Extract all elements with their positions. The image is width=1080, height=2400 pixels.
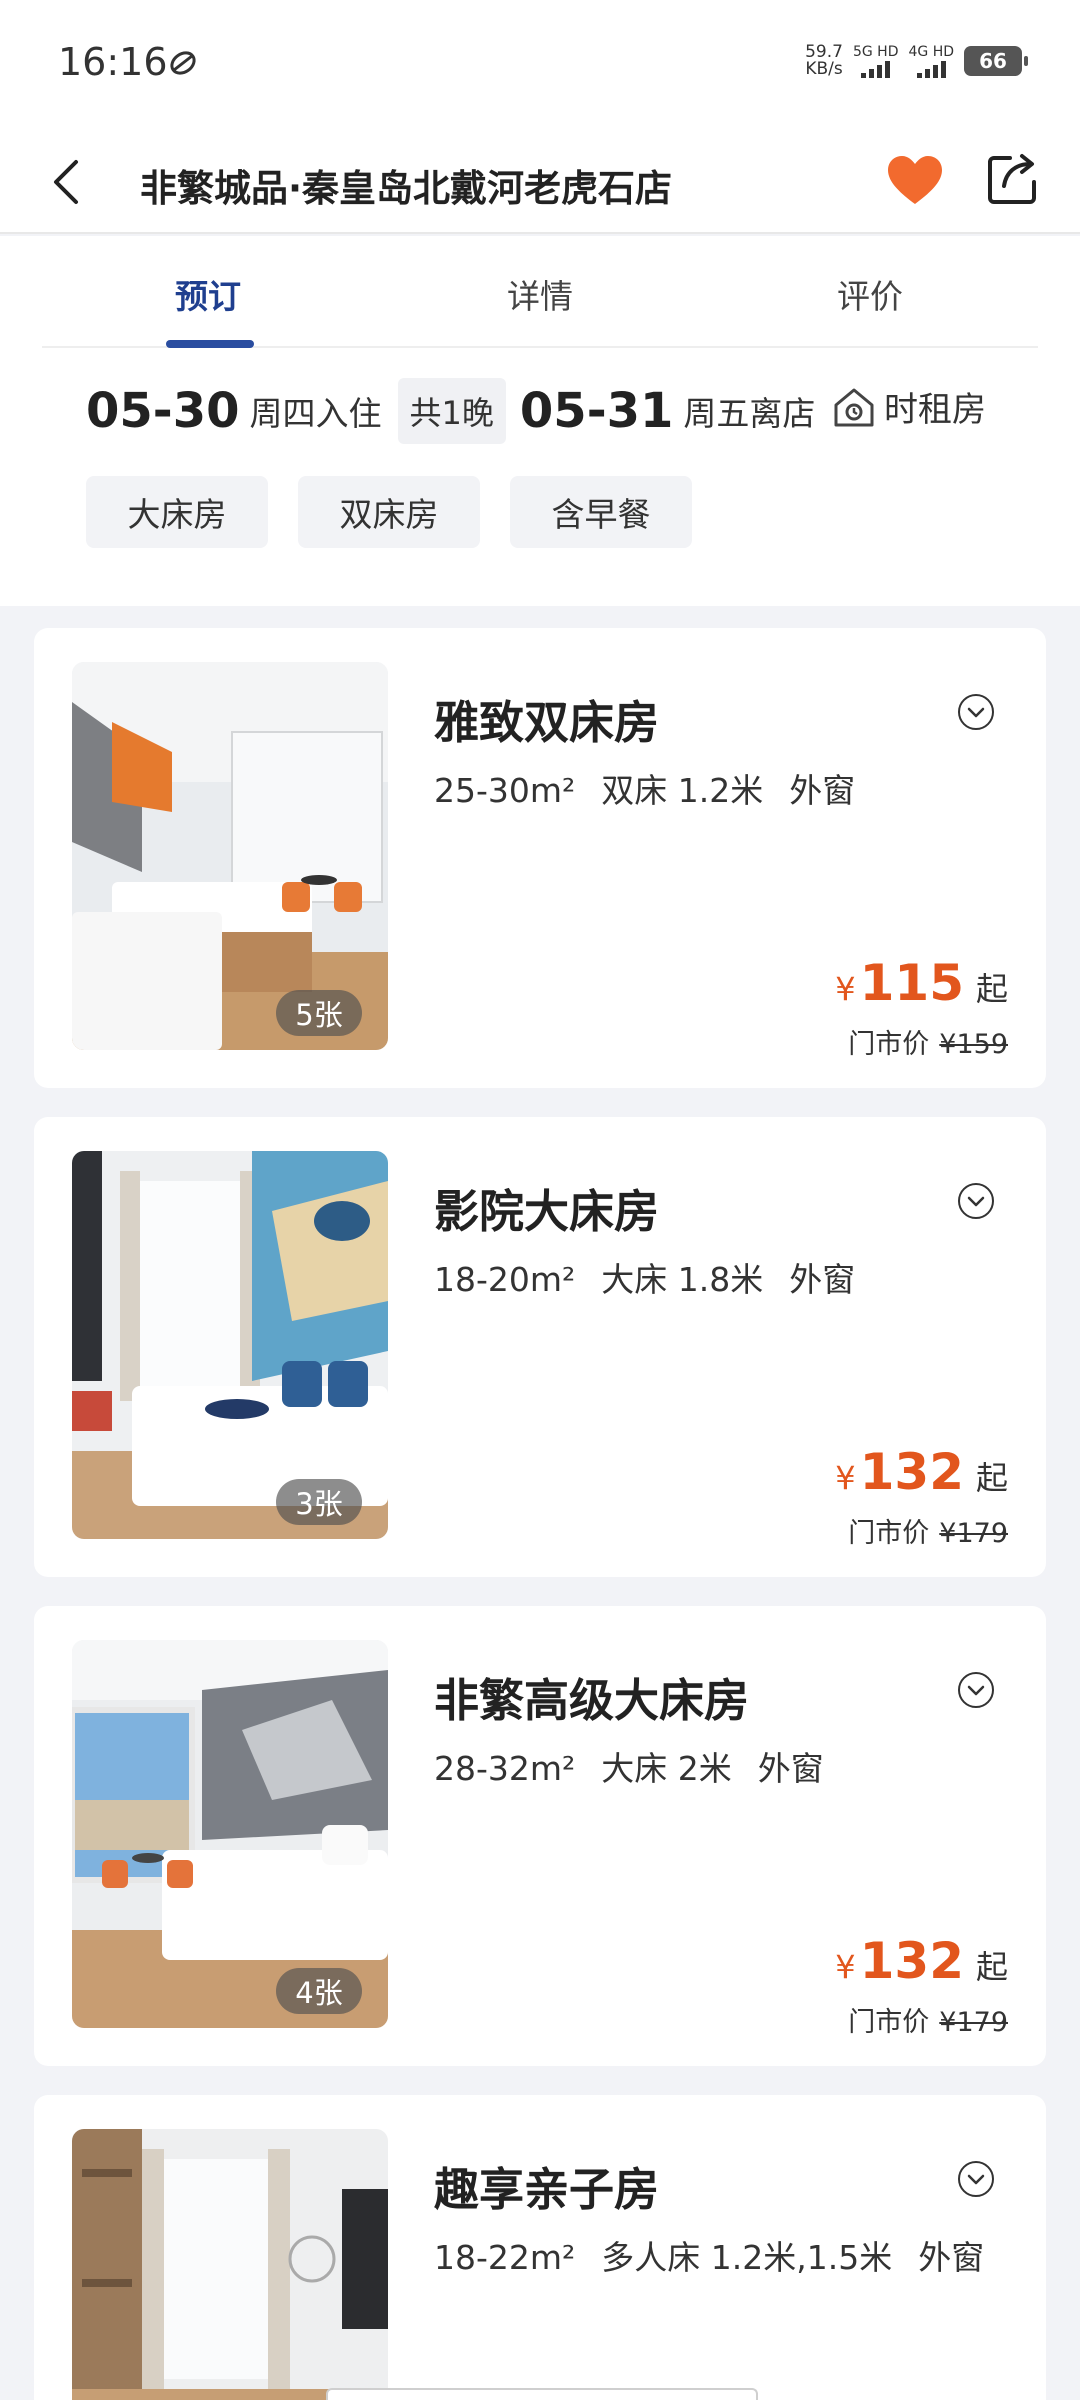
booking-panel: 预订 详情 评价 05-30 周四入住 共1晚 05-31 周五离店 时租房 大… bbox=[0, 236, 1080, 606]
room-window: 外窗 bbox=[789, 1260, 856, 1299]
tab-booking[interactable]: 预订 bbox=[175, 270, 241, 318]
network-speed: 59.7 KB/s bbox=[805, 44, 843, 78]
market-price-value: ¥179 bbox=[939, 2007, 1008, 2038]
title-bar: 非繁城品·秦皇岛北戴河老虎石店 bbox=[0, 130, 1080, 234]
currency-symbol: ¥ bbox=[835, 1459, 856, 1497]
filter-breakfast[interactable]: 含早餐 bbox=[510, 476, 692, 548]
photo-count-badge: 5张 bbox=[276, 990, 362, 1036]
checkin-date[interactable]: 05-30 bbox=[86, 383, 240, 439]
filter-king-bed[interactable]: 大床房 bbox=[86, 476, 268, 548]
checkout-label: 周五离店 bbox=[683, 394, 816, 433]
signal-bars-icon bbox=[861, 60, 891, 78]
currency-symbol: ¥ bbox=[835, 1948, 856, 1986]
family-room-image bbox=[72, 2129, 388, 2400]
nights-badge: 共1晚 bbox=[397, 378, 506, 444]
price-suffix: 起 bbox=[975, 1459, 1008, 1497]
tab-reviews[interactable]: 评价 bbox=[837, 270, 903, 318]
back-arrow-icon[interactable] bbox=[44, 156, 88, 208]
room-bed: 双床 1.2米 bbox=[601, 771, 764, 810]
clock: 16:16 bbox=[58, 40, 168, 84]
room-name: 非繁高级大床房 bbox=[434, 1674, 750, 1727]
room-card[interactable]: 趣享亲子房 18-22m² 多人床 1.2米,1.5米 外窗 bbox=[34, 2095, 1046, 2400]
chevron-down-icon[interactable] bbox=[956, 1670, 996, 1710]
chevron-down-icon[interactable] bbox=[956, 692, 996, 732]
room-bed: 多人床 1.2米,1.5米 bbox=[601, 2238, 893, 2277]
share-icon[interactable] bbox=[986, 150, 1038, 206]
filter-twin-bed[interactable]: 双床房 bbox=[298, 476, 480, 548]
net1-label: 5G HD bbox=[852, 43, 899, 60]
speed-unit: KB/s bbox=[805, 59, 843, 79]
tab-details[interactable]: 详情 bbox=[507, 270, 573, 318]
chevron-down-icon[interactable] bbox=[956, 2159, 996, 2199]
checkin-label: 周四入住 bbox=[249, 394, 382, 433]
hourly-label: 时租房 bbox=[884, 390, 986, 430]
room-window: 外窗 bbox=[918, 2238, 985, 2277]
price: ¥ 132 起 bbox=[835, 1443, 1008, 1501]
filter-chips: 大床房 双床房 含早餐 bbox=[86, 476, 692, 548]
room-photo[interactable]: 4张 bbox=[72, 1640, 388, 2028]
status-bar: 16:16 59.7 KB/s 5G HD 4G HD 66 bbox=[0, 0, 1080, 130]
hourly-house-icon bbox=[834, 388, 874, 426]
tab-bar: 预订 详情 评价 bbox=[42, 236, 1038, 348]
room-area: 18-22m² bbox=[434, 2238, 576, 2277]
signal-4g: 4G HD bbox=[908, 43, 954, 78]
signal-bars-icon bbox=[916, 60, 946, 78]
room-window: 外窗 bbox=[757, 1749, 824, 1788]
market-price-value: ¥179 bbox=[939, 1518, 1008, 1549]
room-bed: 大床 2米 bbox=[601, 1749, 732, 1788]
date-selector[interactable]: 05-30 周四入住 共1晚 05-31 周五离店 bbox=[86, 376, 815, 446]
room-photo[interactable]: 5张 bbox=[72, 662, 388, 1050]
photo-count-badge: 4张 bbox=[276, 1968, 362, 2014]
checkout-date[interactable]: 05-31 bbox=[520, 383, 674, 439]
hotel-title: 非繁城品·秦皇岛北戴河老虎石店 bbox=[140, 167, 673, 210]
hourly-room-button[interactable]: 时租房 bbox=[832, 382, 986, 431]
room-name: 趣享亲子房 bbox=[434, 2163, 660, 2216]
battery-icon: 66 bbox=[964, 46, 1028, 76]
price-value: 132 bbox=[859, 1443, 964, 1501]
leaf-icon bbox=[170, 51, 196, 75]
market-price: 门市价 ¥179 bbox=[848, 1511, 1008, 1550]
room-photo[interactable]: 3张 bbox=[72, 1151, 388, 1539]
market-price: 门市价 ¥179 bbox=[848, 2000, 1008, 2039]
price-value: 115 bbox=[859, 954, 964, 1012]
market-label: 门市价 bbox=[848, 1518, 930, 1549]
room-card[interactable]: 5张 雅致双床房 25-30m² 双床 1.2米 外窗 ¥ 115 起 门市价 ¥15… bbox=[34, 628, 1046, 1088]
room-card[interactable]: 3张 影院大床房 18-20m² 大床 1.8米 外窗 ¥ 132 起 门市价 ¥17… bbox=[34, 1117, 1046, 1577]
price-suffix: 起 bbox=[975, 1948, 1008, 1986]
room-area: 25-30m² bbox=[434, 771, 576, 810]
price-value: 132 bbox=[859, 1932, 964, 1990]
room-area: 18-20m² bbox=[434, 1260, 576, 1299]
room-name: 影院大床房 bbox=[434, 1185, 660, 1238]
market-label: 门市价 bbox=[848, 2007, 930, 2038]
net2-label: 4G HD bbox=[908, 43, 954, 60]
room-specs: 25-30m² 双床 1.2米 外窗 bbox=[434, 764, 881, 812]
favorite-heart-icon[interactable] bbox=[886, 154, 944, 208]
price-suffix: 起 bbox=[975, 970, 1008, 1008]
bottom-sheet-handle bbox=[326, 2388, 758, 2400]
room-area: 28-32m² bbox=[434, 1749, 576, 1788]
room-bed: 大床 1.8米 bbox=[601, 1260, 764, 1299]
price: ¥ 132 起 bbox=[835, 1932, 1008, 1990]
status-icons: 59.7 KB/s 5G HD 4G HD 66 bbox=[805, 43, 1028, 78]
market-price-value: ¥159 bbox=[939, 1029, 1008, 1060]
currency-symbol: ¥ bbox=[835, 970, 856, 1008]
chevron-down-icon[interactable] bbox=[956, 1181, 996, 1221]
active-tab-indicator bbox=[166, 340, 254, 348]
market-label: 门市价 bbox=[848, 1029, 930, 1060]
room-window: 外窗 bbox=[789, 771, 856, 810]
room-card[interactable]: 4张 非繁高级大床房 28-32m² 大床 2米 外窗 ¥ 132 起 门市价 ¥17… bbox=[34, 1606, 1046, 2066]
room-specs: 28-32m² 大床 2米 外窗 bbox=[434, 1742, 850, 1790]
photo-count-badge: 3张 bbox=[276, 1479, 362, 1525]
room-photo[interactable] bbox=[72, 2129, 388, 2400]
room-specs: 18-22m² 多人床 1.2米,1.5米 外窗 bbox=[434, 2231, 1010, 2279]
market-price: 门市价 ¥159 bbox=[848, 1022, 1008, 1061]
room-specs: 18-20m² 大床 1.8米 外窗 bbox=[434, 1253, 881, 1301]
signal-5g: 5G HD bbox=[852, 43, 899, 78]
price: ¥ 115 起 bbox=[835, 954, 1008, 1012]
room-name: 雅致双床房 bbox=[434, 696, 660, 749]
